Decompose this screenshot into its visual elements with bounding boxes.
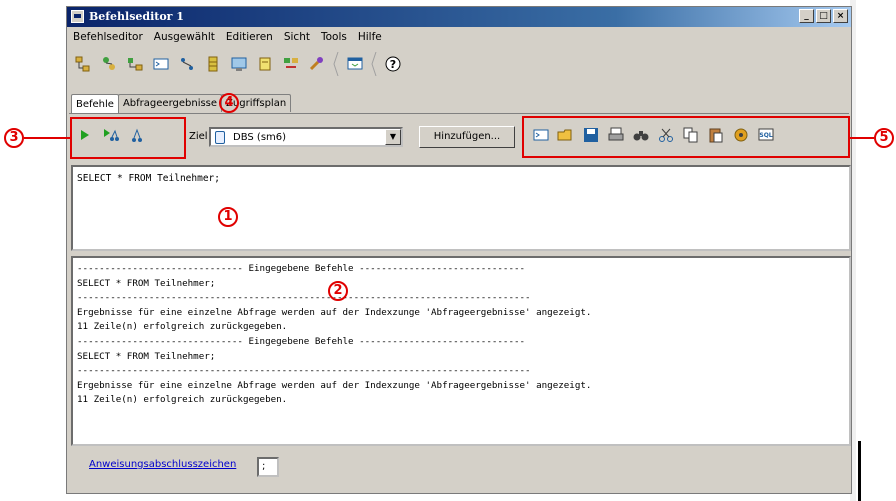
callout-line-5 [850,137,874,139]
menu-sicht[interactable]: Sicht [284,31,310,43]
output-line: 11 Zeile(n) erfolgreich zurückgegeben. [77,394,288,406]
add-button[interactable]: Hinzufügen... [419,126,515,148]
callout-4: 4 [219,93,239,113]
database-icon [215,131,225,144]
license-icon[interactable] [255,54,275,74]
output-line: Ergebnisse für eine einzelne Abfrage wer… [77,306,592,318]
task-center-icon[interactable] [177,54,197,74]
target-select-value: DBS (sm6) [233,132,287,143]
command-window-icon[interactable] [345,54,365,74]
window-title: Befehlseditor 1 [89,10,184,23]
command-input-area[interactable]: SELECT * FROM Teilnehmer; [71,165,851,251]
target-label: Ziel [189,131,208,142]
output-line: 11 Zeile(n) erfolgreich zurückgegeben. [77,321,288,333]
tab-abfrageergebnisse[interactable]: Abfrageergebnisse [117,94,223,112]
output-line: SELECT * FROM Teilnehmer; [77,277,216,289]
command-line-icon[interactable] [151,54,171,74]
toolbar-separator [333,51,339,77]
menu-ausgewaehlt[interactable]: Ausgewählt [154,31,215,43]
minimize-button[interactable]: _ [799,9,814,23]
callout-5: 5 [874,128,894,148]
maximize-button[interactable]: □ [816,9,831,23]
db-icon[interactable] [203,54,223,74]
replication-icon[interactable] [99,54,119,74]
menu-befehlseditor[interactable]: Befehlseditor [73,31,143,43]
menu-editieren[interactable]: Editieren [226,31,273,43]
output-area[interactable]: ------------------------------ Eingegebe… [71,256,851,446]
toolbar-separator-2 [371,51,377,77]
menu-bar: Befehlseditor Ausgewählt Editieren Sicht… [73,31,382,43]
terminator-link[interactable]: Anweisungsabschlusszeichen [89,459,236,470]
svg-text:?: ? [390,58,396,71]
output-line: ------------------------------ Eingegebe… [77,263,526,274]
chevron-down-icon[interactable]: ▼ [385,129,401,145]
title-bar: Befehlseditor 1 _ □ × [67,7,851,27]
app-icon [71,10,84,23]
object-details-icon[interactable] [125,54,145,74]
target-select[interactable]: DBS (sm6) ▼ [209,127,403,147]
menu-hilfe[interactable]: Hilfe [358,31,382,43]
output-line: ------------------------------ Eingegebe… [77,335,526,347]
visual-explain-icon[interactable] [281,54,301,74]
callout-box-5 [522,116,850,158]
tab-befehle[interactable]: Befehle [71,94,119,113]
terminator-input[interactable]: ; [257,457,279,477]
callout-2: 2 [328,281,348,301]
main-toolbar: ? [73,49,403,79]
journal-icon[interactable] [229,54,249,74]
output-line: Ergebnisse für eine einzelne Abfrage wer… [77,379,592,391]
command-editor-window: Befehlseditor 1 _ □ × Befehlseditor Ausg… [66,6,852,494]
callout-3: 3 [4,128,24,148]
tools-icon[interactable] [307,54,327,74]
object-tree-icon[interactable] [73,54,93,74]
help-icon[interactable]: ? [383,54,403,74]
menu-tools[interactable]: Tools [321,31,347,43]
callout-line-3 [24,137,70,139]
close-button[interactable]: × [833,9,848,23]
window-edge-fragment [858,441,861,501]
callout-1: 1 [218,207,238,227]
tab-bar: Befehle Abfrageergebnisse Zugriffsplan [71,93,292,113]
output-line: ----------------------------------------… [77,365,531,377]
statement-terminator-row: Anweisungsabschlusszeichen [89,459,236,470]
output-line: SELECT * FROM Teilnehmer; [77,350,216,362]
callout-box-3 [70,117,186,159]
output-line: ----------------------------------------… [77,292,531,304]
